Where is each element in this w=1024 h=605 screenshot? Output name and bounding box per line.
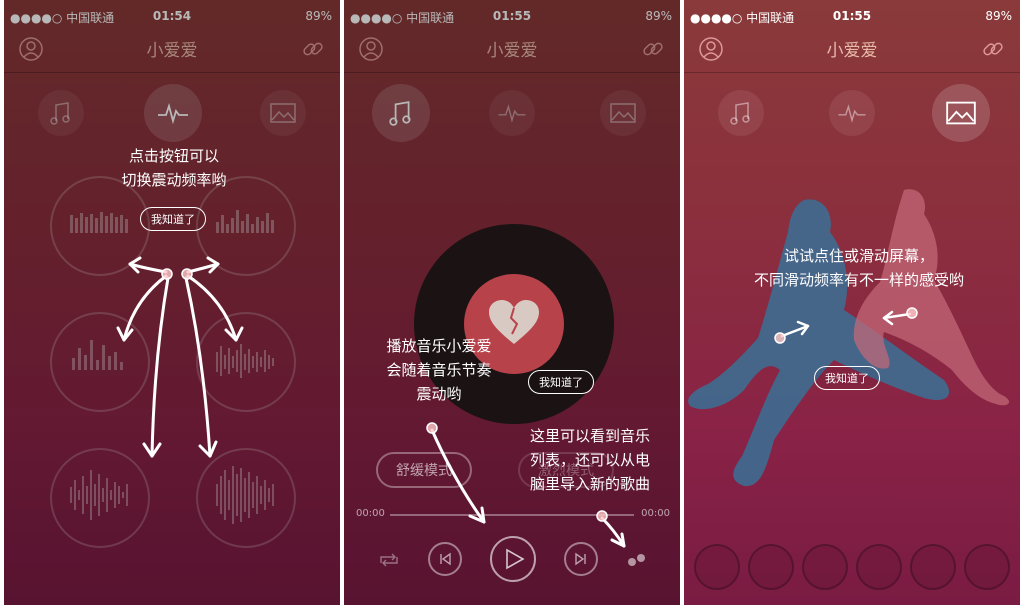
pose-button-3[interactable] <box>802 544 848 590</box>
hint-arrows <box>426 422 626 548</box>
hint-arrows <box>116 256 244 458</box>
dismiss-button[interactable]: 我知道了 <box>814 366 880 390</box>
screen-vibration-tutorial: ●●●●○ 中国联通 01:54 89% 小爱爱 点击按钮可以 切换震动频率哟 … <box>4 0 340 605</box>
hint-arrows <box>774 307 918 344</box>
pose-button-4[interactable] <box>856 544 902 590</box>
screen-music-tutorial: ●●●●○ 中国联通 01:55 89% 小爱爱 舒缓模式 激烈模式 00:00… <box>344 0 680 605</box>
screen-touch-tutorial: ●●●●○ 中国联通 01:55 89% 小爱爱 试试点住或滑动屏幕， 不同滑动… <box>684 0 1020 605</box>
pose-button-1[interactable] <box>694 544 740 590</box>
pose-button-6[interactable] <box>964 544 1010 590</box>
pose-button-5[interactable] <box>910 544 956 590</box>
pose-button-2[interactable] <box>748 544 794 590</box>
